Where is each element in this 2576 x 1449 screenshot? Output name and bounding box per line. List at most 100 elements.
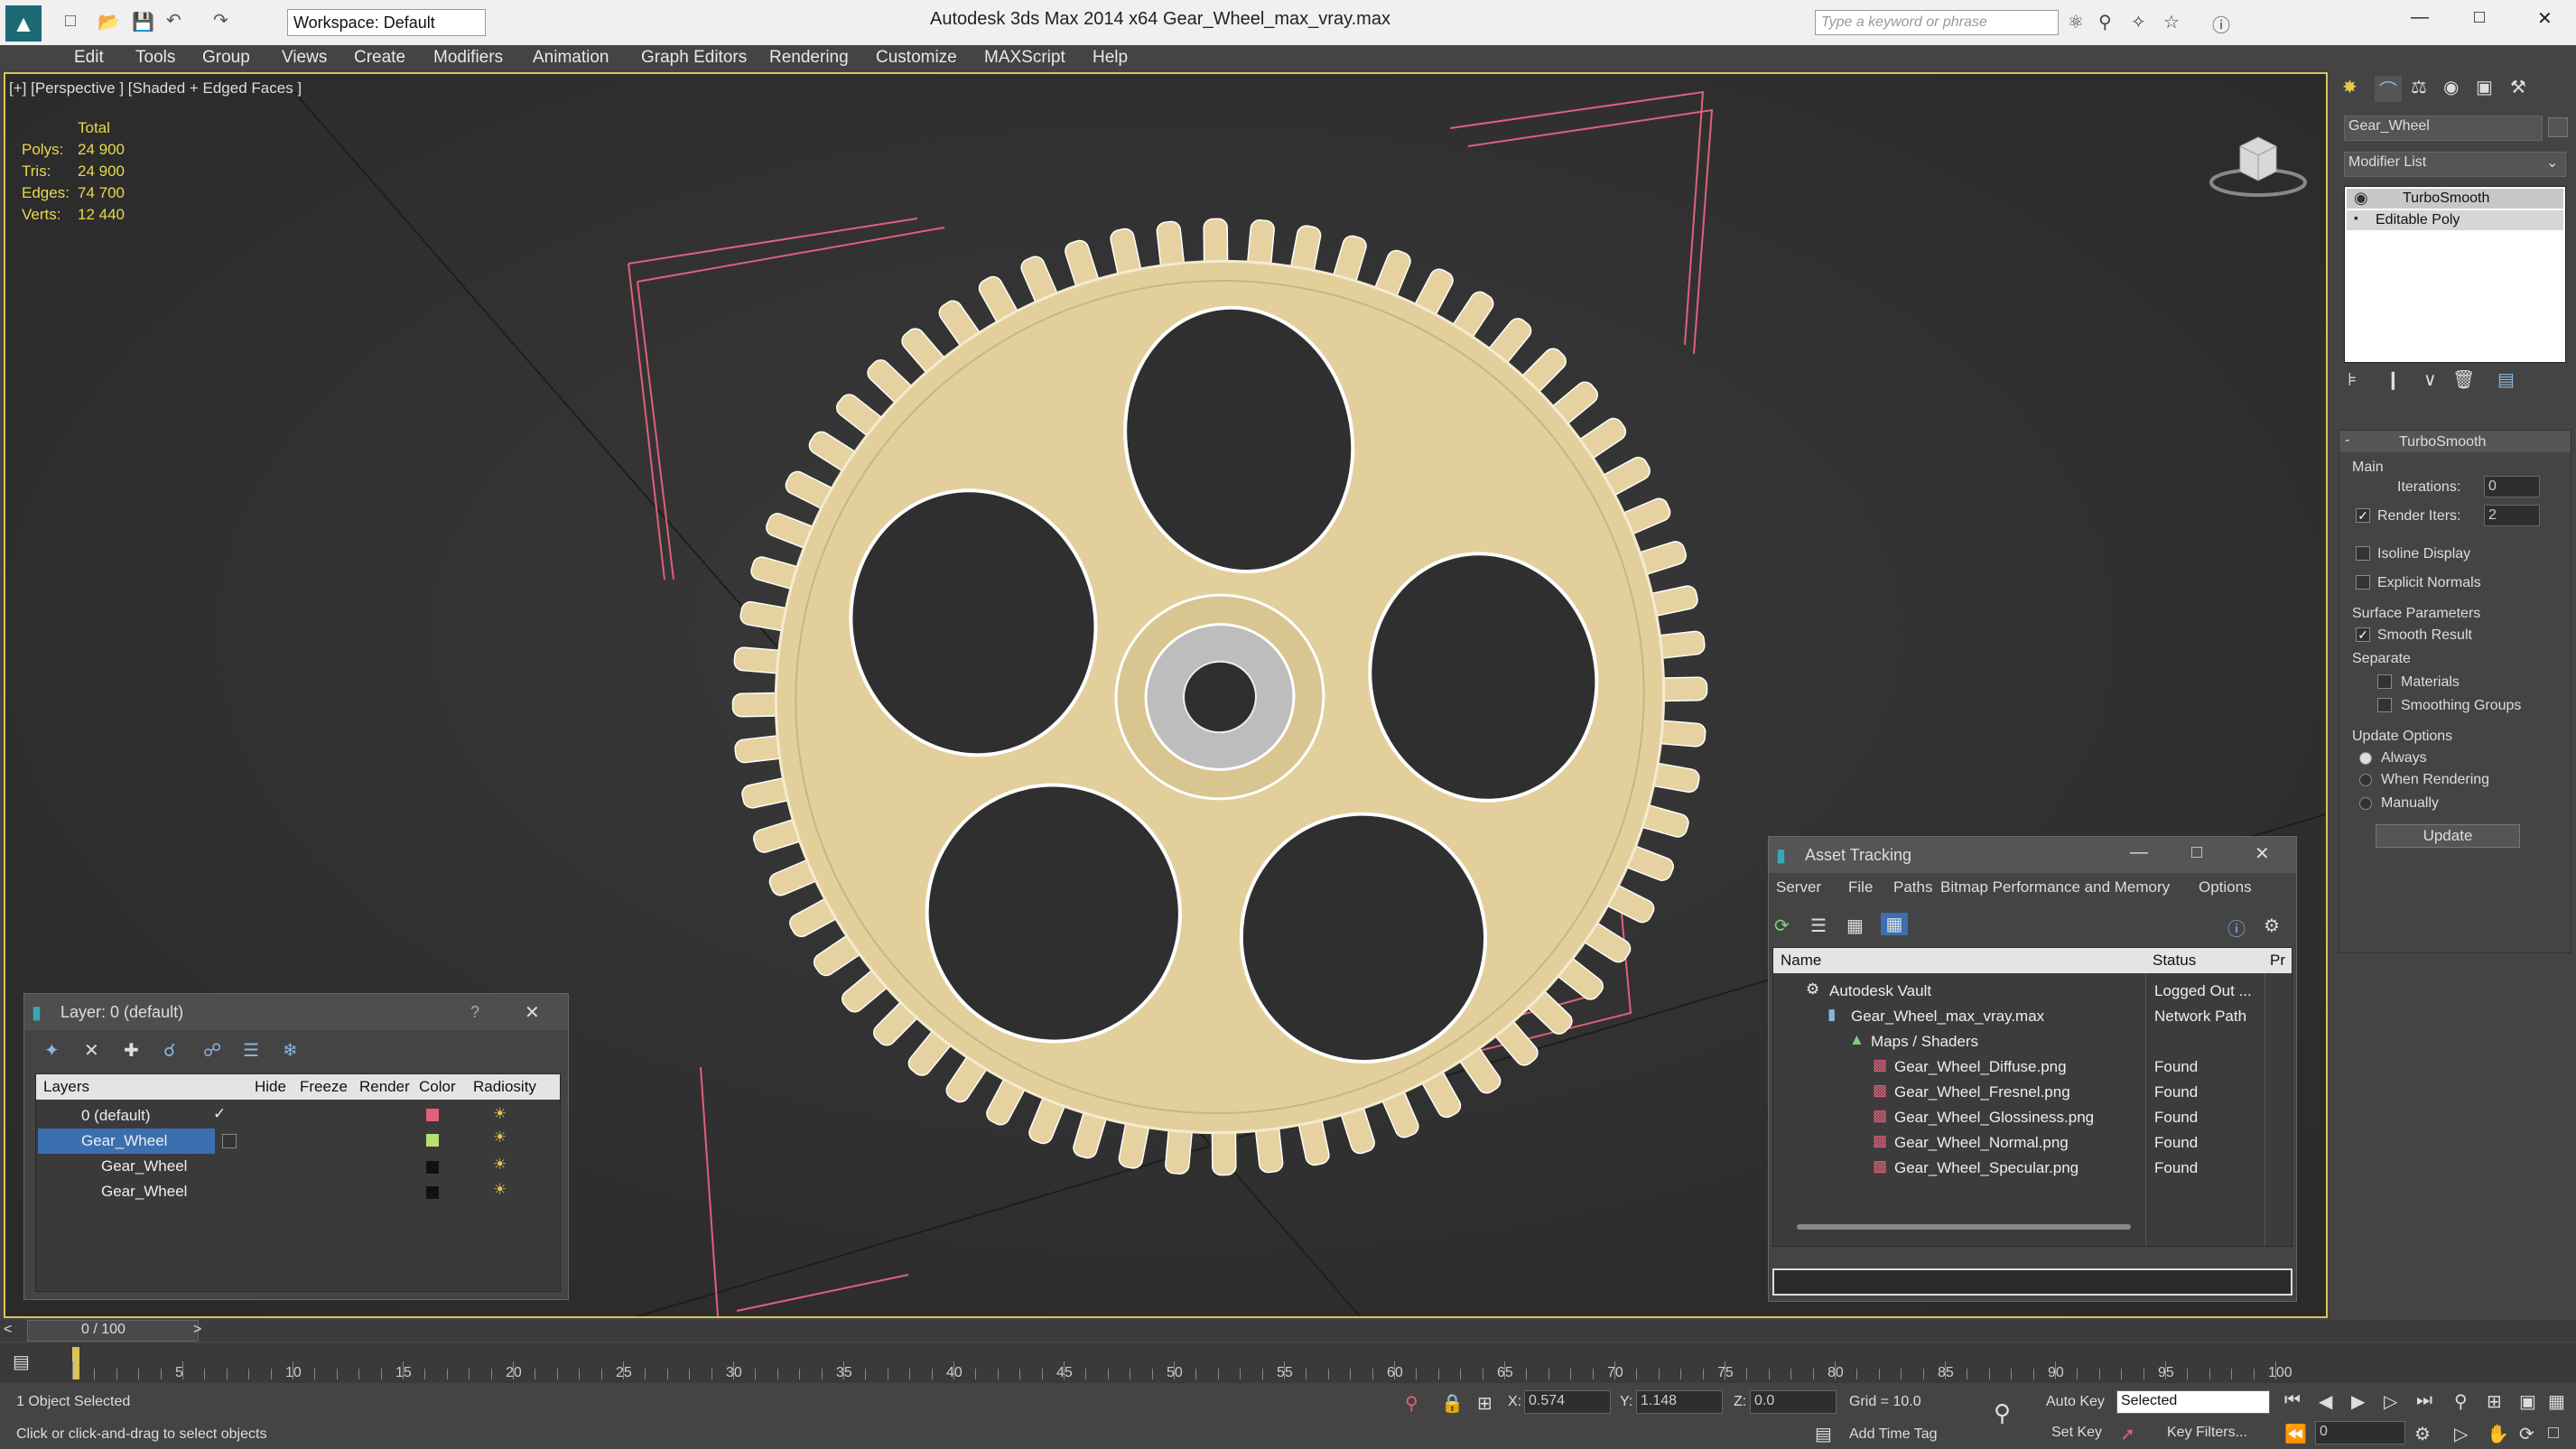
- asset-name[interactable]: Gear_Wheel_Glossiness.png: [1894, 1109, 2094, 1127]
- asset-menu-file[interactable]: File: [1848, 878, 1873, 896]
- help-icon[interactable]: ⓘ: [2212, 11, 2230, 37]
- next-frame-icon[interactable]: ▷: [2384, 1390, 2397, 1413]
- col-hide[interactable]: Hide: [255, 1078, 286, 1096]
- display-tab-icon[interactable]: ▣: [2476, 76, 2493, 98]
- zoom-extents-icon[interactable]: ▣: [2519, 1390, 2536, 1413]
- previous-frame-icon[interactable]: ◀: [2319, 1390, 2332, 1413]
- x-coordinate-field[interactable]: 0.574: [1524, 1390, 1611, 1414]
- redo-icon[interactable]: ↷: [213, 9, 228, 32]
- asset-name[interactable]: Gear_Wheel_max_vray.max: [1851, 1008, 2044, 1026]
- asset-name[interactable]: Gear_Wheel_Normal.png: [1894, 1134, 2069, 1152]
- asset-name[interactable]: Autodesk Vault: [1829, 982, 1931, 1000]
- add-time-tag[interactable]: Add Time Tag: [1849, 1426, 1938, 1443]
- asset-menu-server[interactable]: Server: [1776, 878, 1821, 896]
- app-logo[interactable]: ▲: [5, 5, 42, 42]
- mini-curve-editor-icon[interactable]: ▤: [13, 1351, 30, 1373]
- chevron-down-icon[interactable]: ⌄: [2546, 153, 2558, 172]
- modifier-list-dropdown[interactable]: Modifier List: [2344, 152, 2566, 177]
- smooth-result-checkbox[interactable]: ✓: [2356, 627, 2370, 642]
- go-to-end-icon[interactable]: ⏭: [2416, 1390, 2432, 1411]
- explicit-normals-checkbox[interactable]: [2356, 575, 2370, 590]
- time-slider-next[interactable]: >: [193, 1322, 201, 1338]
- layer-color-swatch[interactable]: [426, 1186, 439, 1199]
- radiosity-icon[interactable]: ☀: [493, 1156, 507, 1174]
- pin-stack-icon[interactable]: ⊧: [2348, 368, 2357, 391]
- menu-rendering[interactable]: Rendering: [769, 48, 849, 68]
- col-render[interactable]: Render: [359, 1078, 410, 1096]
- menu-views[interactable]: Views: [282, 48, 327, 68]
- object-name-field[interactable]: Gear_Wheel: [2344, 116, 2543, 141]
- asset-menu-bitmap[interactable]: Bitmap Performance and Memory: [1940, 878, 2170, 896]
- key-icon[interactable]: ⚲: [1994, 1399, 2011, 1427]
- render-iters-checkbox[interactable]: ✓: [2356, 508, 2370, 523]
- create-tab-icon[interactable]: ✸: [2342, 76, 2357, 98]
- select-objects-icon[interactable]: ☌: [163, 1039, 175, 1062]
- col-status[interactable]: Status: [2153, 952, 2196, 970]
- pan-icon[interactable]: ✋: [2487, 1423, 2509, 1445]
- zoom-icon[interactable]: ⚲: [2454, 1390, 2468, 1413]
- menu-edit[interactable]: Edit: [74, 48, 104, 68]
- stack-item-editable-poly[interactable]: ▪ Editable Poly: [2347, 210, 2563, 230]
- col-layers[interactable]: Layers: [43, 1078, 89, 1096]
- new-file-icon[interactable]: □: [65, 11, 76, 32]
- minimize-icon[interactable]: —: [2411, 7, 2429, 28]
- asset-window-titlebar[interactable]: ▮ Asset Tracking — □ ✕: [1769, 837, 2296, 873]
- menu-group[interactable]: Group: [202, 48, 250, 68]
- asset-name[interactable]: Gear_Wheel_Diffuse.png: [1894, 1058, 2067, 1076]
- key-filters-button[interactable]: Key Filters...: [2167, 1425, 2247, 1441]
- viewcube-icon[interactable]: [2209, 119, 2308, 200]
- absolute-mode-icon[interactable]: ⊞: [1477, 1392, 1493, 1415]
- layer-window-titlebar[interactable]: ▮ Layer: 0 (default) ? ✕: [24, 994, 568, 1030]
- search-input[interactable]: Type a keyword or phrase: [1815, 10, 2059, 35]
- layer-row[interactable]: 0 (default) ✓ ☀: [36, 1103, 560, 1129]
- col-color[interactable]: Color: [419, 1078, 456, 1096]
- table-view-icon[interactable]: ▦: [1881, 913, 1908, 935]
- add-time-tag-icon[interactable]: ▤: [1815, 1423, 1832, 1445]
- key-mode-toggle-icon[interactable]: ⏪: [2284, 1423, 2307, 1445]
- lock-selection-icon[interactable]: 🔒: [1441, 1392, 1464, 1415]
- y-coordinate-field[interactable]: 1.148: [1636, 1390, 1723, 1414]
- make-unique-icon[interactable]: ∨: [2423, 368, 2437, 391]
- set-key-button[interactable]: Set Key: [2051, 1425, 2102, 1441]
- asset-menu-paths[interactable]: Paths: [1893, 878, 1932, 896]
- asset-help-icon[interactable]: ⓘ: [2227, 915, 2246, 941]
- layer-name[interactable]: 0 (default): [81, 1107, 151, 1125]
- render-iters-spinner[interactable]: 2: [2484, 505, 2540, 526]
- asset-menu-options[interactable]: Options: [2199, 878, 2252, 896]
- asset-name[interactable]: Maps / Shaders: [1871, 1033, 1978, 1051]
- col-freeze[interactable]: Freeze: [300, 1078, 348, 1096]
- col-pr[interactable]: Pr: [2270, 952, 2285, 970]
- auto-key-button[interactable]: Auto Key: [2046, 1394, 2105, 1410]
- rollout-title[interactable]: TurboSmooth: [2399, 434, 2486, 450]
- utilities-tab-icon[interactable]: ⚒: [2510, 76, 2526, 98]
- open-file-icon[interactable]: 📂: [98, 11, 120, 33]
- orbit-icon[interactable]: ⟳: [2519, 1423, 2534, 1445]
- menu-create[interactable]: Create: [354, 48, 405, 68]
- asset-close-icon[interactable]: ✕: [2255, 842, 2270, 865]
- smoothing-groups-checkbox[interactable]: [2377, 698, 2392, 712]
- create-layer-icon[interactable]: ✦: [44, 1039, 60, 1062]
- asset-settings-icon[interactable]: ⚙: [2264, 915, 2280, 937]
- favorites-icon[interactable]: ☆: [2163, 11, 2180, 33]
- layer-color-swatch[interactable]: [426, 1109, 439, 1121]
- binoculars-icon[interactable]: ⚛: [2068, 11, 2084, 33]
- when-rendering-radio[interactable]: [2359, 774, 2372, 786]
- time-slider[interactable]: < 0 / 100 >: [0, 1320, 2576, 1342]
- asset-maximize-icon[interactable]: □: [2191, 842, 2202, 863]
- layer-window-help[interactable]: ?: [470, 1003, 479, 1022]
- isolate-icon[interactable]: ⚲: [1405, 1392, 1418, 1415]
- layer-window-close-icon[interactable]: ✕: [525, 1001, 540, 1024]
- object-name[interactable]: Gear_Wheel: [101, 1183, 187, 1201]
- col-radiosity[interactable]: Radiosity: [473, 1078, 536, 1096]
- viewport-toggle-icon[interactable]: □: [2548, 1423, 2559, 1444]
- asset-name[interactable]: Gear_Wheel_Specular.png: [1894, 1159, 2078, 1177]
- col-name[interactable]: Name: [1781, 952, 1821, 970]
- asset-name[interactable]: Gear_Wheel_Fresnel.png: [1894, 1083, 2070, 1101]
- layer-row[interactable]: Gear_Wheel ☀: [36, 1179, 560, 1204]
- undo-icon[interactable]: ↶: [166, 9, 181, 32]
- remove-modifier-icon[interactable]: 🗑: [2452, 368, 2475, 391]
- lightbulb-icon[interactable]: ◉: [2354, 189, 2368, 208]
- configure-sets-icon[interactable]: ▤: [2497, 368, 2515, 391]
- frame-marker[interactable]: [72, 1347, 79, 1379]
- expand-icon[interactable]: ▪: [2354, 210, 2358, 225]
